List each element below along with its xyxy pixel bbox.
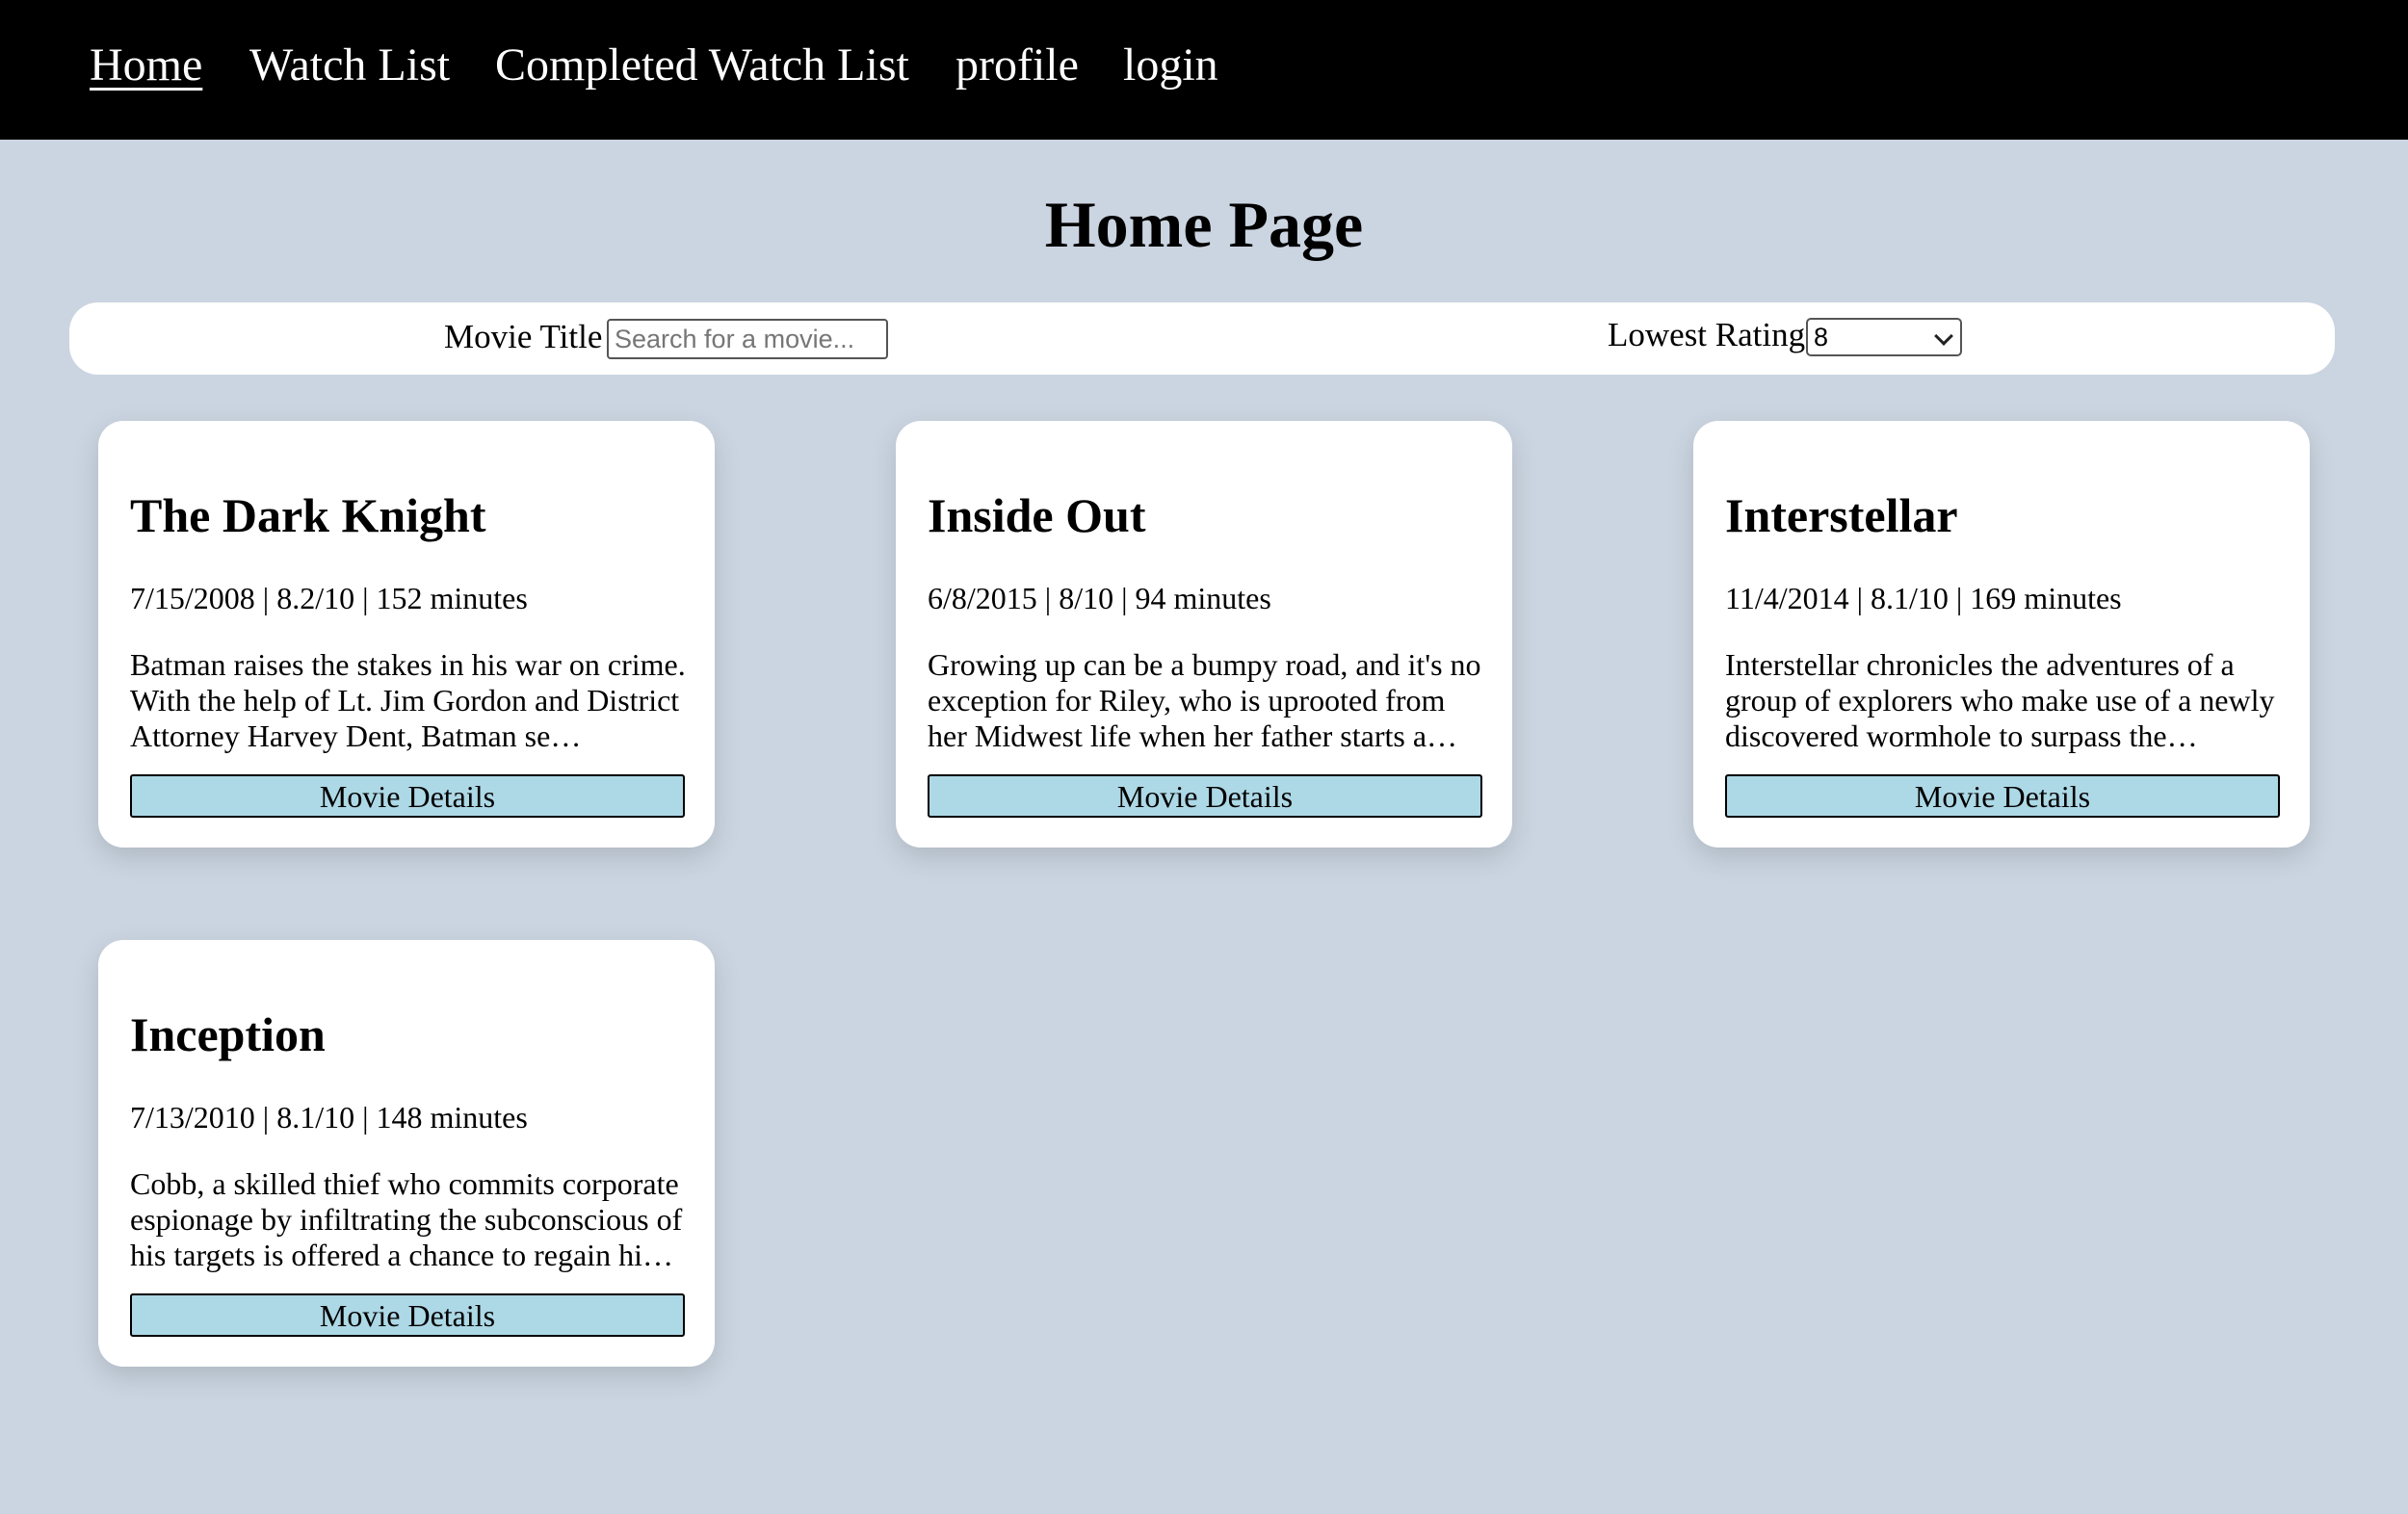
movie-meta: 6/8/2015 | 8/10 | 94 minutes [928,581,1271,615]
movie-title-label: Movie Title : [444,318,620,355]
movie-description: Batman raises the stakes in his war on c… [130,647,686,753]
nav-link-login[interactable]: login [1123,37,1218,94]
nav-link-home[interactable]: Home [90,37,202,94]
filter-bar: Movie Title : Lowest Rating : 8 [69,302,2335,375]
movie-meta: 7/13/2010 | 8.1/10 | 148 minutes [130,1100,528,1135]
nav-link-watch-list[interactable]: Watch List [249,37,450,94]
nav-link-completed-watch-list[interactable]: Completed Watch List [495,37,909,94]
movie-meta: 11/4/2014 | 8.1/10 | 169 minutes [1725,581,2122,615]
movie-meta: 7/15/2008 | 8.2/10 | 152 minutes [130,581,528,615]
movie-details-button[interactable]: Movie Details [130,774,685,818]
movie-card: Interstellar 11/4/2014 | 8.1/10 | 169 mi… [1693,421,2310,848]
movie-title-search-input[interactable] [607,319,888,359]
movie-card: The Dark Knight 7/15/2008 | 8.2/10 | 152… [98,421,715,848]
movie-title: The Dark Knight [130,488,486,542]
movie-description: Cobb, a skilled thief who commits corpor… [130,1166,683,1272]
lowest-rating-selected-value: 8 [1814,323,1829,352]
lowest-rating-select[interactable]: 8 [1806,318,1962,356]
movie-description: Growing up can be a bumpy road, and it's… [928,647,1481,753]
movie-details-button[interactable]: Movie Details [1725,774,2280,818]
movie-title: Inside Out [928,488,1146,542]
movie-details-button[interactable]: Movie Details [928,774,1482,818]
movie-details-button[interactable]: Movie Details [130,1293,685,1337]
movie-description: Interstellar chronicles the adventures o… [1725,647,2275,753]
movie-card: Inception 7/13/2010 | 8.1/10 | 148 minut… [98,940,715,1367]
movie-title: Inception [130,1007,326,1061]
page-title: Home Page [1044,188,1364,261]
movie-title: Interstellar [1725,488,1958,542]
chevron-down-icon [1934,326,1953,346]
lowest-rating-label: Lowest Rating : [1608,316,1823,353]
movie-card: Inside Out 6/8/2015 | 8/10 | 94 minutes … [896,421,1512,848]
nav-link-profile[interactable]: profile [955,37,1079,94]
top-navbar: Home Watch List Completed Watch List pro… [0,0,2408,140]
